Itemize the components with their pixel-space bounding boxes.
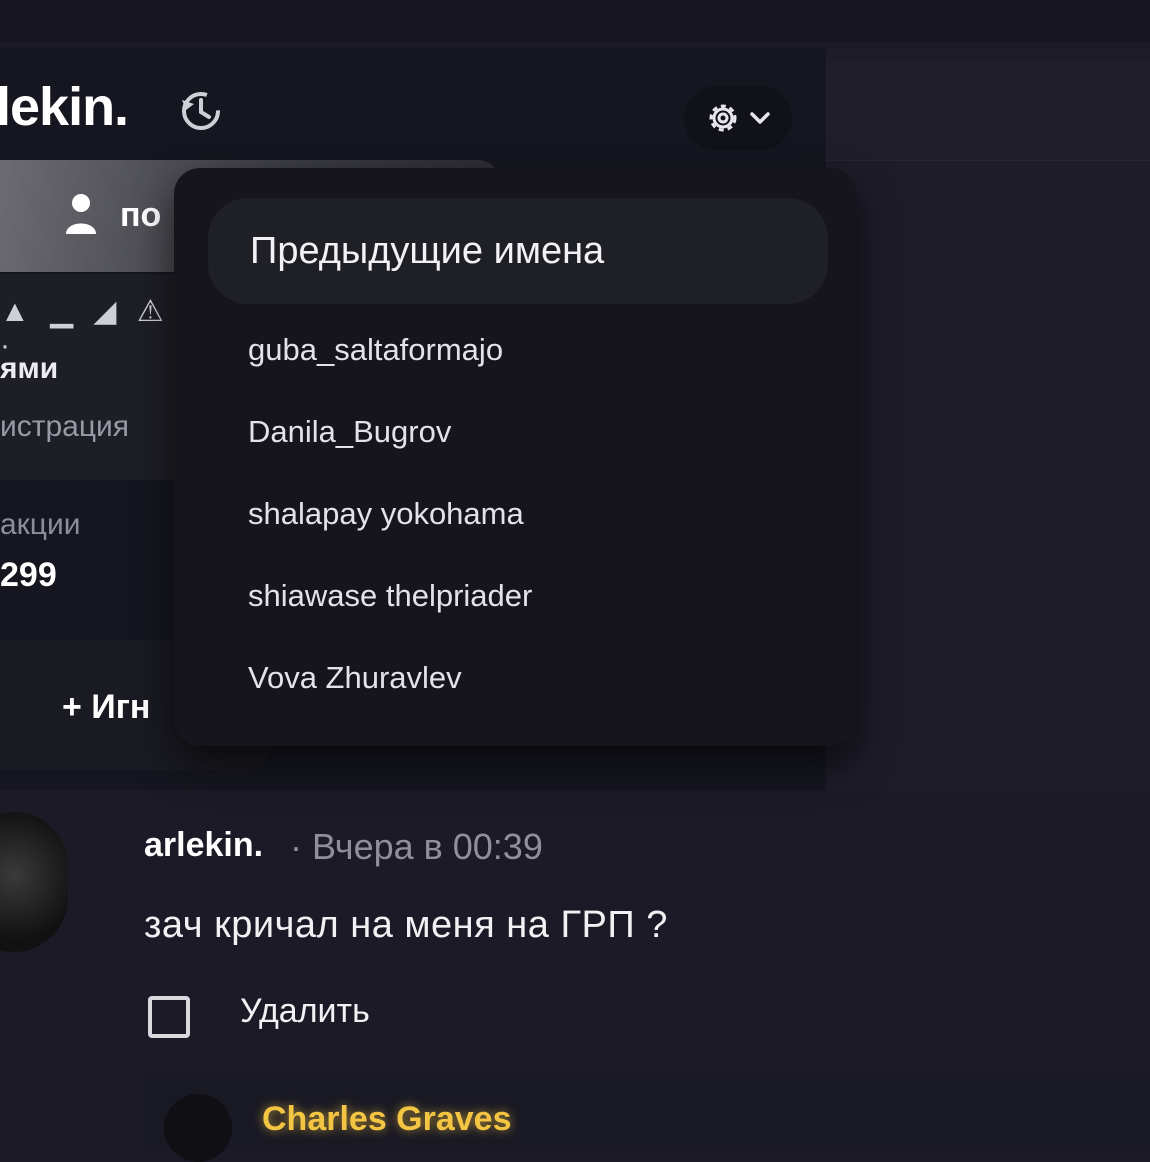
list-item: Vova Zhuravlev (248, 660, 462, 695)
delete-label[interactable]: Удалить (240, 992, 370, 1031)
post-timestamp[interactable]: · Вчера в 00:39 (290, 826, 543, 868)
previous-names-dropdown: Предыдущие имена guba_saltaformajo Danil… (174, 168, 856, 746)
history-button[interactable] (176, 86, 224, 134)
previous-names-header[interactable]: Предыдущие имена (208, 198, 828, 304)
list-item: shiawase thelpriader (248, 578, 533, 613)
post-avatar[interactable] (0, 812, 68, 952)
stat-label: ями (0, 352, 59, 385)
comment-avatar[interactable] (164, 1094, 232, 1162)
badge-row: ▲ ▁ ◢ ⚠ · (0, 295, 170, 362)
list-item: shalapay yokohama (248, 496, 524, 531)
right-column (826, 48, 1150, 790)
post-author[interactable]: arlekin. (144, 826, 263, 865)
history-icon (182, 92, 220, 130)
right-stripe (826, 60, 1150, 161)
feed-gutter (0, 960, 116, 1150)
reactions-value: 299 (0, 556, 57, 594)
comment-author[interactable]: Charles Graves (262, 1100, 512, 1139)
previous-names-list: guba_saltaformajo Danila_Bugrov shalapay… (248, 328, 532, 738)
gear-icon (709, 104, 737, 132)
ignore-button-label: + Игн (62, 688, 151, 726)
profile-username: lekin. (0, 77, 129, 137)
profile-tab-label: по (120, 196, 162, 234)
delete-checkbox[interactable] (148, 996, 190, 1038)
settings-dropdown-button[interactable] (684, 86, 792, 150)
list-item: guba_saltaformajo (248, 332, 504, 367)
chevron-down-icon (750, 112, 770, 124)
reactions-label: акции (0, 508, 81, 541)
registration-label: истрация (0, 410, 130, 443)
post-text: зач кричал на меня на ГРП ? (144, 904, 668, 946)
list-item: Danila_Bugrov (248, 414, 452, 449)
top-band (0, 0, 1150, 42)
user-icon (66, 194, 96, 234)
previous-names-title: Предыдущие имена (250, 230, 605, 272)
